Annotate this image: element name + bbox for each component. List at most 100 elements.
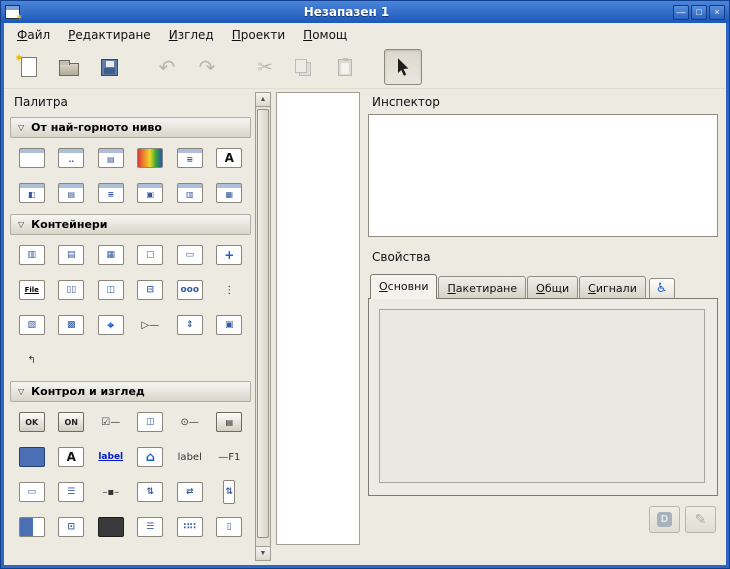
palette-section-header[interactable]: ▽Контрол и изглед	[10, 381, 251, 402]
file-chooser-button-widget[interactable]: ▤	[211, 410, 247, 434]
assistant-widget[interactable]: ▦	[211, 181, 247, 205]
menu-item-view[interactable]: Изглед	[160, 25, 223, 45]
toolbar-widget-widget[interactable]: ▯▯	[53, 278, 89, 302]
message-dialog-icon: ▤	[98, 148, 124, 168]
design-canvas[interactable]	[276, 92, 360, 545]
entry-widget[interactable]	[14, 445, 50, 469]
palette-section-header[interactable]: ▽Контейнери	[10, 214, 251, 235]
link-button-widget[interactable]: label	[93, 445, 129, 469]
inspector-view[interactable]	[368, 114, 718, 237]
text-entry-widget[interactable]: A	[53, 445, 89, 469]
label-widget[interactable]: label	[172, 445, 208, 469]
menu-item-edit[interactable]: Редактиране	[59, 25, 160, 45]
menu-item-file[interactable]: Файл	[8, 25, 59, 45]
viewport-icon: ⌖	[98, 315, 124, 335]
menu-item-help[interactable]: Помощ	[294, 25, 356, 45]
file-selection-dialog-icon: ≡	[177, 148, 203, 168]
open-icon	[59, 63, 79, 76]
paned-widget[interactable]: ◫	[93, 278, 129, 302]
message-dialog-widget[interactable]: ▤	[93, 146, 129, 170]
properties-tabs: ОсновниПакетиранеОбщиСигнали♿	[370, 269, 718, 298]
hscale-widget[interactable]: –▪–	[93, 480, 129, 504]
save-button[interactable]	[90, 49, 128, 85]
new-button[interactable]	[10, 49, 48, 85]
layout-widget[interactable]: ▩	[53, 313, 89, 337]
toggle-button-widget[interactable]: ON	[53, 410, 89, 434]
font-selection-dialog-widget[interactable]: A	[211, 146, 247, 170]
vscrollbar-widget[interactable]: ⇅	[211, 480, 247, 504]
fixed-widget[interactable]: ▢	[132, 243, 168, 267]
menu-item-projects[interactable]: Проекти	[223, 25, 294, 45]
maximize-button[interactable]: □	[691, 5, 707, 20]
tab-common[interactable]: Общи	[527, 276, 578, 299]
tab-signals[interactable]: Сигнали	[579, 276, 646, 299]
image-widget[interactable]: ▭	[14, 480, 50, 504]
about-dialog-widget[interactable]: ▤	[53, 181, 89, 205]
pointer-button[interactable]	[384, 49, 422, 85]
vbox-widget[interactable]: ▥	[14, 243, 50, 267]
check-button-widget[interactable]: ☑—	[93, 410, 129, 434]
color-chooser-dialog-widget[interactable]: ▣	[132, 181, 168, 205]
hbuttonbox-widget[interactable]: ooo	[172, 278, 208, 302]
edit-button[interactable]: ✎	[685, 506, 716, 533]
tab-packing[interactable]: Пакетиране	[438, 276, 526, 299]
scrollbar-thumb[interactable]	[257, 109, 269, 538]
font-chooser-dialog-widget[interactable]: ▥	[172, 181, 208, 205]
window-widget[interactable]	[14, 146, 50, 170]
hscrollbar-widget[interactable]: ⇄	[172, 480, 208, 504]
scroll-up-button[interactable]: ▲	[256, 93, 270, 107]
text-view-widget[interactable]: ☰	[53, 480, 89, 504]
list-view-widget[interactable]: ☰	[132, 515, 168, 539]
frame-widget[interactable]: ▭	[172, 243, 208, 267]
event-box-widget[interactable]: ↰	[14, 348, 50, 372]
image-frame-widget[interactable]: ⊡	[53, 515, 89, 539]
image-icon: ▭	[19, 482, 45, 502]
palette-section-header[interactable]: ▽От най-горното ниво	[10, 117, 251, 138]
icon-view-icon: ∷∷	[177, 517, 203, 537]
handle-box-icon: ▧	[19, 315, 45, 335]
spin-button-widget[interactable]: ⇅	[132, 480, 168, 504]
statusbar-widget[interactable]: ▯	[211, 515, 247, 539]
palette-scrollbar[interactable]: ▲ ▼	[255, 92, 271, 561]
font-button-widget[interactable]: ⌂	[132, 445, 168, 469]
option-menu-widget[interactable]: ◫	[132, 410, 168, 434]
info-button[interactable]: D	[649, 506, 680, 533]
minimize-button[interactable]: —	[673, 5, 689, 20]
button-widget[interactable]: OK	[14, 410, 50, 434]
frame-icon: ▭	[177, 245, 203, 265]
table-widget[interactable]: ▦	[93, 243, 129, 267]
combo-box-widget[interactable]	[93, 515, 129, 539]
list-view-icon: ☰	[137, 517, 163, 537]
vbuttonbox-widget[interactable]: ⋮	[211, 278, 247, 302]
scroll-down-button[interactable]: ▼	[256, 546, 270, 560]
close-button[interactable]: ×	[709, 5, 725, 20]
file-selection-dialog-widget[interactable]: ≡	[172, 146, 208, 170]
properties-title: Свойства	[372, 250, 431, 264]
aspect-frame-widget[interactable]: ⇕	[172, 313, 208, 337]
expander-widget[interactable]: ▷—	[132, 313, 168, 337]
titlebar[interactable]: Незапазен 1 — □ ×	[1, 1, 729, 23]
input-dialog-widget[interactable]: ◧	[14, 181, 50, 205]
handle-box-widget[interactable]: ▧	[14, 313, 50, 337]
alignment-widget[interactable]: ▣	[211, 313, 247, 337]
radio-button-widget[interactable]: ⊙—	[172, 410, 208, 434]
progress-bar-widget[interactable]	[14, 515, 50, 539]
open-button[interactable]	[50, 49, 88, 85]
icon-view-widget[interactable]: ∷∷	[172, 515, 208, 539]
file-chooser-dialog-widget[interactable]: ≡	[93, 181, 129, 205]
tab-accessibility[interactable]: ♿	[649, 278, 675, 299]
scrolled-window-widget[interactable]: +	[211, 243, 247, 267]
layout-icon: ▩	[58, 315, 84, 335]
palette-section-title: Контейнери	[31, 218, 107, 231]
dialog-widget[interactable]: ‥	[53, 146, 89, 170]
paned-icon: ◫	[98, 280, 124, 300]
scrollbar-trough[interactable]	[256, 107, 270, 546]
accel-label-widget[interactable]: —F1	[211, 445, 247, 469]
hbox-widget[interactable]: ▤	[53, 243, 89, 267]
color-selection-dialog-widget[interactable]	[132, 146, 168, 170]
viewport-widget[interactable]: ⌖	[93, 313, 129, 337]
menubar-widget[interactable]: File	[14, 278, 50, 302]
notebook-widget[interactable]: ⊟	[132, 278, 168, 302]
tab-general[interactable]: Основни	[370, 274, 437, 299]
palette-section-title: От най-горното ниво	[31, 121, 162, 134]
